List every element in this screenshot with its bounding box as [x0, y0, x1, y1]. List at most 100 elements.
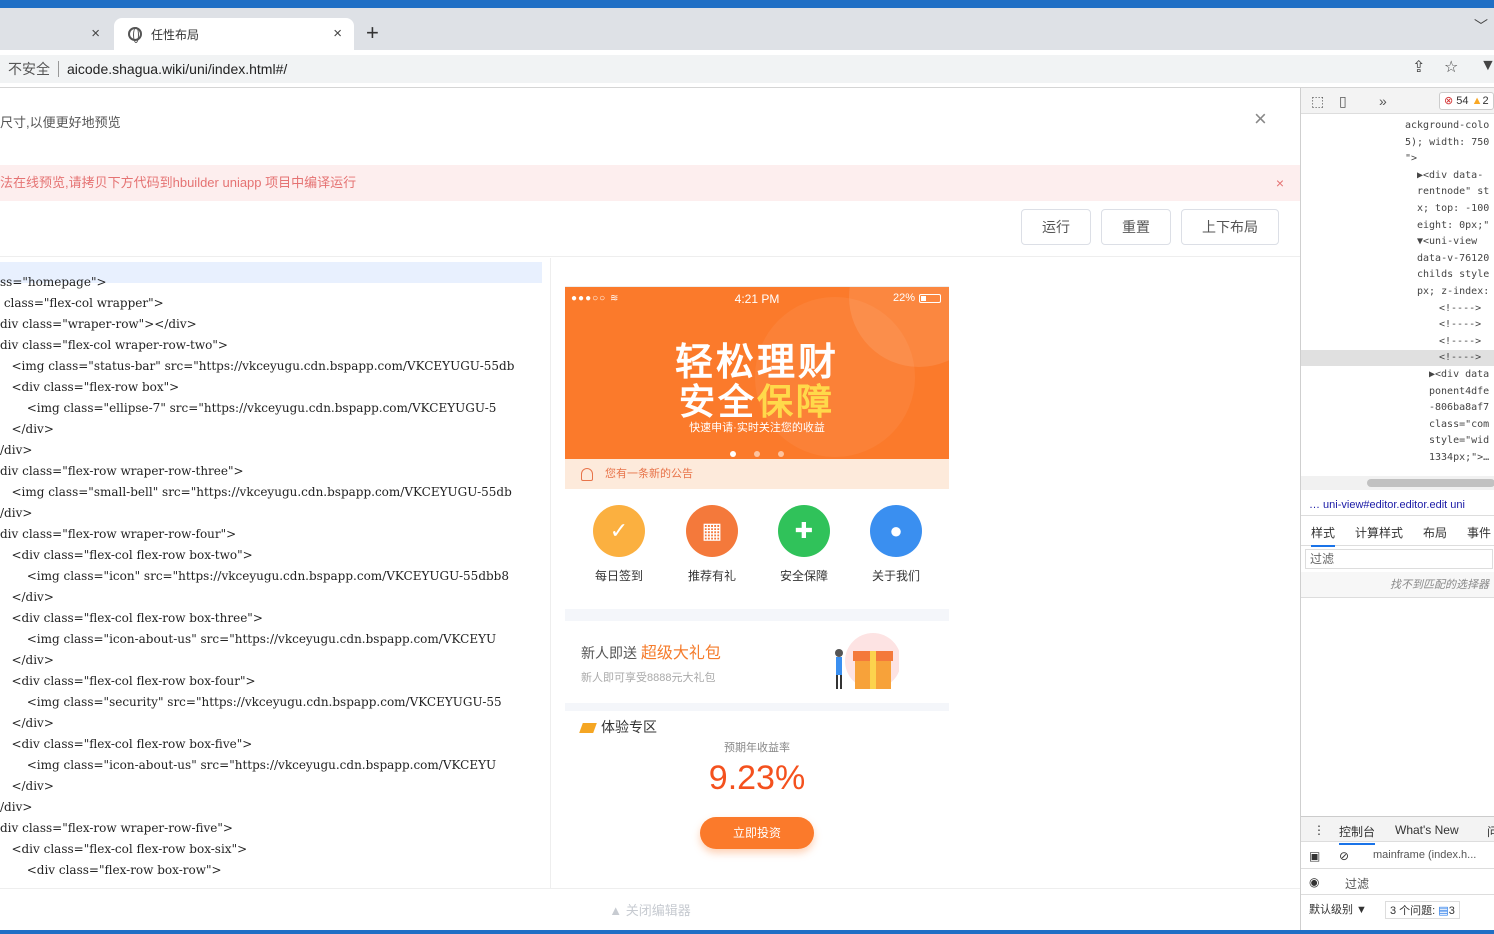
tab-close-icon[interactable]: ×	[91, 26, 100, 42]
run-button[interactable]: 运行	[1021, 209, 1091, 245]
editor-splitter[interactable]	[550, 258, 551, 888]
code-line[interactable]: <img class="security" src="https://vkcey…	[0, 692, 502, 713]
notice-bar[interactable]: 您有一条新的公告	[565, 459, 949, 489]
layout-toggle-button[interactable]: 上下布局	[1181, 209, 1279, 245]
console-filter-input[interactable]: 过滤	[1345, 875, 1369, 892]
dom-line[interactable]: -806ba8af7	[1429, 400, 1489, 416]
bookmark-star-icon[interactable]: ☆	[1444, 57, 1458, 77]
drawer-menu-icon[interactable]: ⋮	[1313, 823, 1325, 837]
code-line[interactable]: div class="flex-row wraper-row-four">	[0, 524, 236, 545]
styles-filter-input[interactable]: 过滤	[1305, 549, 1493, 569]
banner[interactable]: ●●●○○ ≋ 4:21 PM 22% 轻松理财 安全保障 快速申请·实时关注您…	[565, 287, 949, 459]
code-line[interactable]: div class="flex-col wraper-row-two">	[0, 335, 228, 356]
dialog-close-icon[interactable]: ×	[1254, 108, 1267, 130]
code-line[interactable]: /div>	[0, 503, 32, 524]
tab-styles[interactable]: 样式	[1311, 524, 1336, 547]
dom-line[interactable]: rentnode" st	[1417, 184, 1489, 200]
code-line[interactable]: div class="flex-row wraper-row-three">	[0, 461, 244, 482]
tab-console[interactable]: 控制台	[1339, 823, 1376, 845]
clear-console-icon[interactable]: ⊘	[1339, 849, 1349, 863]
code-editor[interactable]: ss="homepage"> class="flex-col wrapper">…	[0, 262, 542, 886]
code-line[interactable]: </div>	[0, 419, 53, 440]
code-line[interactable]: <img class="icon" src="https://vkceyugu.…	[0, 566, 509, 587]
grid-item-about[interactable]: ● 关于我们	[850, 505, 942, 584]
code-line[interactable]: <img class="small-bell" src="https://vkc…	[0, 482, 511, 503]
code-line[interactable]: <div class="flex-col flex-row box-six">	[0, 839, 247, 860]
dom-line[interactable]: ackground-colo	[1405, 118, 1489, 134]
tab-issues[interactable]: 问	[1487, 823, 1494, 840]
dom-line[interactable]: <!---->	[1439, 334, 1481, 350]
sidebar-toggle-icon[interactable]: ▣	[1309, 849, 1320, 863]
dom-line[interactable]: ▶<div data	[1429, 367, 1489, 383]
grid-item-checkin[interactable]: ✓ 每日签到	[573, 505, 665, 584]
code-line[interactable]: <div class="flex-col flex-row box-two">	[0, 545, 252, 566]
dom-line[interactable]: eight: 0px;"	[1417, 218, 1489, 234]
insecure-label[interactable]: 不安全	[8, 59, 50, 79]
dom-line[interactable]: <!---->	[1439, 301, 1481, 317]
dom-line[interactable]: 5); width: 750	[1405, 135, 1489, 151]
issues-button[interactable]: 3 个问题: ▤3	[1385, 901, 1460, 919]
more-tabs-icon[interactable]: »	[1379, 93, 1387, 109]
code-line[interactable]: <img class="status-bar" src="https://vkc…	[0, 356, 514, 377]
code-line[interactable]: </div>	[0, 650, 53, 671]
dom-line[interactable]: x; top: -100	[1417, 201, 1489, 217]
code-line[interactable]: div class="flex-row wraper-row-five">	[0, 818, 233, 839]
dom-line[interactable]: 1334px;">…	[1429, 450, 1489, 466]
code-line[interactable]: <div class="flex-col flex-row box-three"…	[0, 608, 262, 629]
code-line[interactable]: /div>	[0, 797, 32, 818]
grid-item-referral[interactable]: ▦ 推荐有礼	[666, 505, 758, 584]
code-line[interactable]: </div>	[0, 776, 53, 797]
dom-line[interactable]: ▶<div data-	[1417, 168, 1483, 184]
new-tab-button[interactable]: +	[366, 21, 379, 45]
code-line[interactable]: <div class="flex-col flex-row box-five">	[0, 734, 252, 755]
dom-line[interactable]: ponent4dfe	[1429, 384, 1489, 400]
context-selector[interactable]: mainframe (index.h...	[1373, 849, 1476, 861]
tab-events[interactable]: 事件	[1467, 524, 1491, 541]
tab-layout[interactable]: 布局	[1423, 524, 1447, 541]
pagination-dot[interactable]	[778, 451, 784, 457]
omnibox[interactable]: 不安全 aicode.shagua.wiki/uni/index.html#/	[0, 55, 1494, 83]
pagination-dot[interactable]	[730, 451, 736, 457]
dom-line[interactable]: data-v-76120	[1417, 251, 1489, 267]
tab-computed[interactable]: 计算样式	[1355, 524, 1403, 541]
dom-line[interactable]: childs style	[1417, 267, 1489, 283]
tab-whats-new[interactable]: What's New	[1395, 823, 1459, 837]
eye-icon[interactable]: ◉	[1309, 875, 1319, 889]
dom-line[interactable]: <!---->	[1439, 350, 1481, 366]
log-levels-dropdown[interactable]: 默认级别 ▼	[1309, 901, 1367, 917]
gift-card[interactable]: 新人即送 超级大礼包 新人即可享受8888元大礼包	[565, 621, 949, 703]
grid-item-security[interactable]: ✚ 安全保障	[758, 505, 850, 584]
code-line[interactable]: /div>	[0, 440, 32, 461]
horizontal-scrollbar[interactable]	[1301, 476, 1494, 490]
warning-close-icon[interactable]: ×	[1276, 165, 1284, 201]
dom-line[interactable]: <!---->	[1439, 317, 1481, 333]
dom-line[interactable]: ▼<uni-view	[1417, 234, 1477, 250]
code-line[interactable]: <img class="ellipse-7" src="https://vkce…	[0, 398, 497, 419]
code-line[interactable]: ss="homepage">	[0, 272, 107, 293]
device-toggle-icon[interactable]: ▯	[1339, 93, 1347, 110]
url-text[interactable]: aicode.shagua.wiki/uni/index.html#/	[67, 61, 287, 77]
code-line[interactable]: <div class="flex-col flex-row box-four">	[0, 671, 255, 692]
dom-breadcrumb[interactable]: … uni-view#editor.editor.edit uni	[1301, 494, 1494, 516]
dom-line[interactable]: style="wid	[1429, 433, 1489, 449]
dom-tree[interactable]: ackground-colo 5); width: 750 "> ▶<div data…	[1301, 114, 1494, 476]
code-line[interactable]: <img class="icon-about-us" src="https://…	[0, 755, 496, 776]
issues-counter[interactable]: ⊗ 54 ▲2	[1439, 92, 1494, 110]
code-line[interactable]: <img class="icon-about-us" src="https://…	[0, 629, 496, 650]
invest-button[interactable]: 立即投资	[700, 817, 814, 849]
browser-tab-active[interactable]: 任性布局 ×	[114, 18, 354, 50]
code-line[interactable]: <div class="flex-row box-row">	[0, 860, 222, 881]
inspect-element-icon[interactable]: ⬚	[1311, 93, 1324, 110]
code-line[interactable]: </div>	[0, 713, 53, 734]
tab-search-chevron-icon[interactable]: ﹀	[1474, 16, 1488, 36]
banner-pagination[interactable]	[565, 445, 949, 459]
browser-tab-inactive[interactable]: ×	[0, 18, 112, 50]
extension-icon[interactable]: ▼	[1480, 57, 1494, 75]
dom-line[interactable]: ">	[1405, 151, 1417, 167]
code-line[interactable]: div class="wraper-row"></div>	[0, 314, 197, 335]
code-line[interactable]: <div class="flex-row box">	[0, 377, 179, 398]
close-editor-button[interactable]: ▲ 关闭编辑器	[0, 888, 1300, 931]
share-icon[interactable]: ⇪	[1412, 57, 1425, 77]
pagination-dot[interactable]	[754, 451, 760, 457]
scrollbar-thumb[interactable]	[1367, 479, 1494, 487]
